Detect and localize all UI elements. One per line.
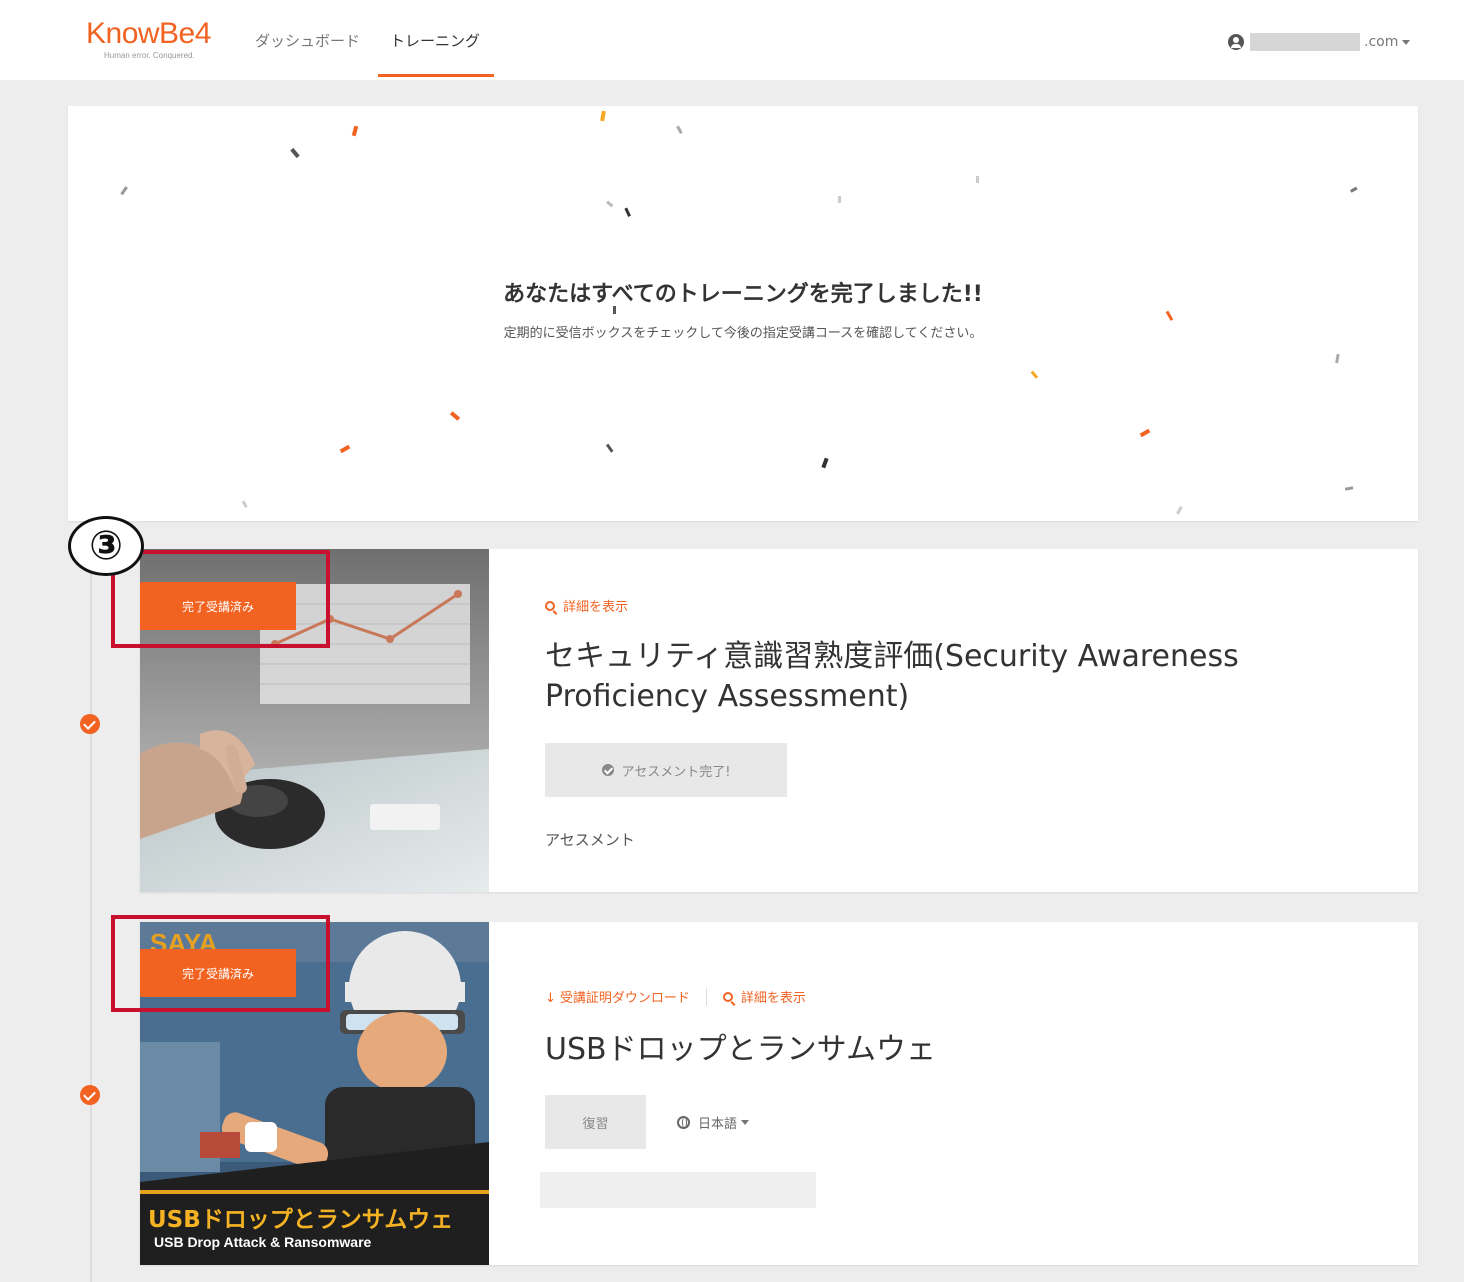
view-details-label: 詳細を表示 <box>740 991 806 1006</box>
confetti-decoration <box>120 110 1358 515</box>
assessment-complete-button[interactable]: アセスメント完了! <box>545 743 787 797</box>
language-label: 日本語 <box>698 1117 738 1132</box>
link-separator <box>705 987 707 1006</box>
course-title-line: セキュリティ意識習熟度評価(Security Awareness <box>545 639 1239 674</box>
check-circle-icon <box>601 764 614 776</box>
language-selector[interactable]: 日本語 <box>677 1113 750 1132</box>
annotation-highlight-box <box>111 915 330 1012</box>
account-email-suffix: .com <box>1364 34 1399 50</box>
completion-banner: あなたはすべてのトレーニングを完了しました!! 定期的に受信ボックスをチェックし… <box>68 106 1418 521</box>
view-details-label: 詳細を表示 <box>563 600 629 615</box>
user-icon <box>1228 34 1244 50</box>
course-type-label: アセスメント <box>545 831 635 849</box>
account-email-redacted <box>1250 33 1360 51</box>
course-links: ↓ 受講証明ダウンロード 詳細を表示 <box>545 987 806 1006</box>
timeline-complete-icon <box>80 1085 100 1105</box>
nav-dashboard[interactable]: ダッシュボード <box>255 30 360 51</box>
certificate-download-label: 受講証明ダウンロード <box>559 991 690 1006</box>
search-icon <box>545 600 555 611</box>
course-title: セキュリティ意識習熟度評価(Security Awareness Profici… <box>545 637 1239 717</box>
top-navbar: KnowBe4 Human error. Conquered. ダッシュボード … <box>0 0 1464 80</box>
account-menu[interactable]: .com <box>1228 30 1411 54</box>
assessment-complete-label: アセスメント完了! <box>621 764 731 780</box>
course-title-line: Proficiency Assessment) <box>545 679 910 714</box>
redacted-bar <box>540 1172 816 1208</box>
thumb-caption-jp: USBドロップとランサムウェ <box>148 1207 453 1233</box>
completion-subtitle: 定期的に受信ボックスをチェックして今後の指定受講コースを確認してください。 <box>503 326 983 341</box>
timeline-line <box>90 540 92 1282</box>
active-tab-underline <box>378 74 494 77</box>
thumb-caption-en: USB Drop Attack & Ransomware <box>154 1234 372 1250</box>
logo-tagline: Human error. Conquered. <box>104 51 195 60</box>
annotation-highlight-box <box>111 550 330 648</box>
confetti-pieces <box>120 110 1358 515</box>
annotation-step-number: ③ <box>68 516 144 576</box>
download-arrow-icon: ↓ <box>545 991 556 1006</box>
timeline-complete-icon <box>80 714 100 734</box>
course-card-assessment: 詳細を表示 セキュリティ意識習熟度評価(Security Awareness P… <box>140 549 1418 892</box>
logo-text: KnowBe4 <box>86 17 211 50</box>
view-details-link[interactable]: 詳細を表示 <box>545 596 628 615</box>
review-button[interactable]: 復習 <box>545 1095 646 1149</box>
globe-icon <box>677 1116 690 1129</box>
course-card-usb-drop: SAYA USBドロップとランサムウェ USB Drop Attack & Ra… <box>140 922 1418 1265</box>
search-icon <box>722 991 733 1002</box>
chevron-down-icon <box>741 1120 750 1125</box>
chevron-down-icon <box>1402 39 1411 45</box>
completion-title: あなたはすべてのトレーニングを完了しました!! <box>503 282 983 307</box>
view-details-link[interactable]: 詳細を表示 <box>722 987 806 1006</box>
certificate-download-link[interactable]: ↓ 受講証明ダウンロード <box>545 987 690 1006</box>
knowbe4-logo[interactable]: KnowBe4 Human error. Conquered. <box>86 18 231 66</box>
course-title: USBドロップとランサムウェ <box>545 1032 936 1067</box>
nav-training[interactable]: トレーニング <box>390 30 480 51</box>
